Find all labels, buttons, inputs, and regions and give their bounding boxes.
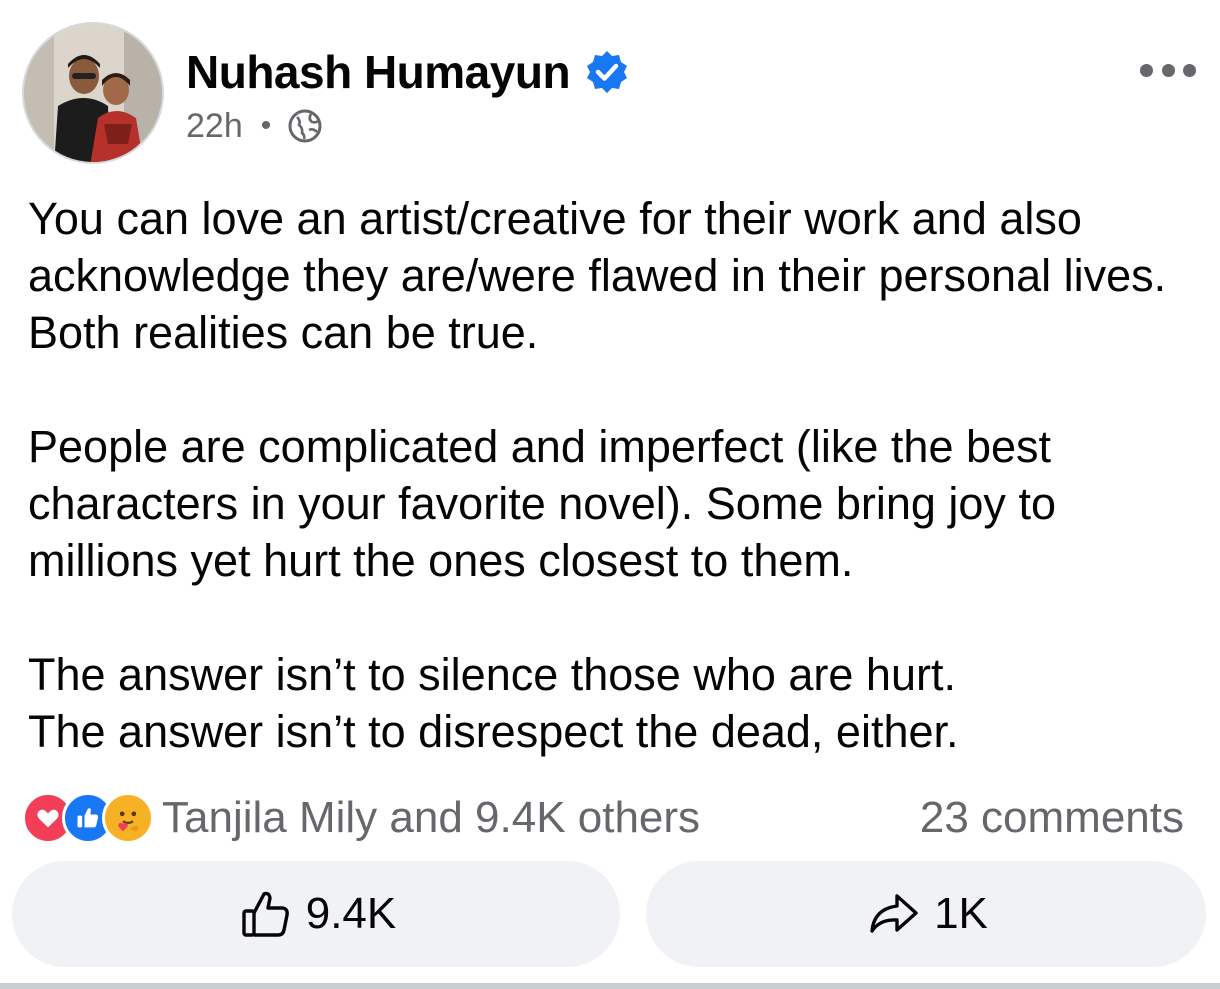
verified-badge-icon bbox=[584, 49, 630, 95]
facebook-post: Nuhash Humayun 22h • You can love an art… bbox=[0, 0, 1220, 989]
post-meta: 22h • bbox=[186, 106, 323, 146]
avatar-photo bbox=[24, 24, 162, 162]
meta-separator: • bbox=[260, 109, 272, 142]
thumbs-up-icon bbox=[242, 891, 289, 937]
globe-icon bbox=[287, 108, 323, 144]
author-name[interactable]: Nuhash Humayun bbox=[186, 45, 571, 99]
share-button[interactable]: 1K bbox=[646, 861, 1206, 967]
like-count: 9.4K bbox=[305, 889, 397, 938]
post-text: You can love an artist/creative for thei… bbox=[28, 190, 1198, 760]
reactions-summary[interactable]: Tanjila Mily and 9.4K others bbox=[22, 792, 700, 844]
author-row: Nuhash Humayun bbox=[186, 44, 630, 100]
divider bbox=[0, 983, 1220, 989]
post-paragraph: People are complicated and imperfect (li… bbox=[28, 421, 1056, 586]
like-button[interactable]: 9.4K bbox=[12, 861, 620, 967]
reaction-icons bbox=[22, 792, 154, 844]
avatar[interactable] bbox=[22, 22, 164, 164]
post-timestamp[interactable]: 22h bbox=[186, 107, 243, 146]
more-options-icon[interactable] bbox=[1136, 52, 1200, 88]
comments-count[interactable]: 23 comments bbox=[920, 792, 1184, 844]
care-reaction-icon bbox=[102, 792, 154, 844]
post-paragraph: The answer isn’t to silence those who ar… bbox=[28, 649, 959, 757]
share-arrow-icon bbox=[870, 894, 918, 933]
reaction-summary-text: Tanjila Mily and 9.4K others bbox=[162, 793, 701, 842]
share-count: 1K bbox=[934, 889, 988, 938]
post-paragraph: You can love an artist/creative for thei… bbox=[28, 193, 1167, 358]
